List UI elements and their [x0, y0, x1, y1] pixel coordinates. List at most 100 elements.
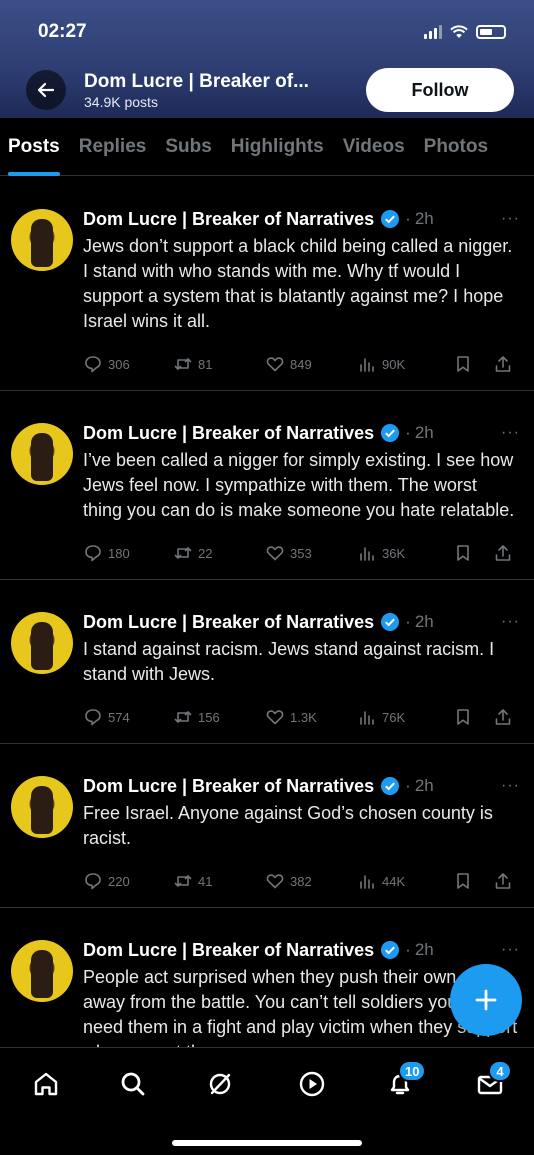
views-button[interactable]: 90K — [357, 354, 453, 374]
repost-count: 41 — [198, 873, 213, 889]
reply-icon — [85, 709, 101, 726]
avatar[interactable] — [11, 776, 73, 838]
bookmark-button[interactable] — [453, 543, 493, 563]
verified-badge-icon — [381, 613, 400, 631]
compose-button[interactable] — [450, 964, 522, 1036]
bookmark-button[interactable] — [453, 354, 493, 374]
message-count-badge: 4 — [488, 1060, 512, 1082]
like-count: 382 — [290, 873, 312, 889]
author-name[interactable]: Dom Lucre | Breaker of Narratives — [83, 423, 374, 444]
like-button[interactable]: 849 — [265, 354, 357, 374]
tab-photos[interactable]: Photos — [424, 118, 488, 176]
status-bar: 02:27 — [38, 18, 506, 46]
more-options-icon[interactable]: ··· — [501, 941, 520, 959]
nav-home[interactable] — [28, 1066, 64, 1102]
view-count: 76K — [382, 709, 406, 725]
reply-button[interactable]: 180 — [83, 543, 173, 563]
bookmark-button[interactable] — [453, 707, 493, 727]
posts-feed: Dom Lucre | Breaker of Narratives · 2h ·… — [0, 177, 534, 1047]
author-name[interactable]: Dom Lucre | Breaker of Narratives — [83, 209, 374, 230]
cellular-signal-icon — [424, 25, 442, 39]
bottom-navigation: 10 4 — [0, 1047, 534, 1155]
tweet[interactable]: Dom Lucre | Breaker of Narratives · 2h ·… — [0, 908, 534, 1047]
view-count: 90K — [382, 356, 406, 372]
tweet[interactable]: Dom Lucre | Breaker of Narratives · 2h ·… — [0, 177, 534, 391]
verified-badge-icon — [381, 777, 400, 795]
like-button[interactable]: 353 — [265, 543, 357, 563]
nav-messages[interactable]: 4 — [472, 1060, 512, 1102]
repost-count: 81 — [198, 356, 213, 372]
reply-count: 180 — [108, 545, 130, 561]
nav-search[interactable] — [115, 1066, 151, 1102]
notification-count-badge: 10 — [398, 1060, 427, 1082]
tweet-actions: 180 22 353 36K — [83, 529, 520, 577]
more-options-icon[interactable]: ··· — [501, 777, 520, 795]
author-name[interactable]: Dom Lucre | Breaker of Narratives — [83, 612, 374, 633]
arrow-left-icon — [37, 82, 55, 98]
share-icon — [495, 873, 511, 889]
like-count: 353 — [290, 545, 312, 561]
tab-subs[interactable]: Subs — [165, 118, 211, 176]
back-button[interactable] — [26, 70, 66, 110]
bookmark-icon — [457, 709, 469, 725]
reply-button[interactable]: 306 — [83, 354, 173, 374]
tweet-time: 2h — [414, 612, 434, 631]
author-name[interactable]: Dom Lucre | Breaker of Narratives — [83, 776, 374, 797]
repost-button[interactable]: 156 — [173, 707, 265, 727]
tweet-text: Free Israel. Anyone against God’s chosen… — [83, 803, 493, 848]
like-button[interactable]: 382 — [265, 871, 357, 891]
tweet-text: I stand against racism. Jews stand again… — [83, 639, 495, 684]
heart-icon — [266, 710, 284, 725]
reply-button[interactable]: 574 — [83, 707, 173, 727]
nav-video[interactable] — [294, 1066, 330, 1102]
repost-button[interactable]: 22 — [173, 543, 265, 563]
avatar[interactable] — [11, 209, 73, 271]
reply-icon — [85, 545, 101, 562]
battery-icon — [476, 25, 506, 39]
reply-button[interactable]: 220 — [83, 871, 173, 891]
tweet[interactable]: Dom Lucre | Breaker of Narratives · 2h ·… — [0, 580, 534, 744]
follow-button[interactable]: Follow — [366, 68, 514, 112]
author-name[interactable]: Dom Lucre | Breaker of Narratives — [83, 940, 374, 961]
more-options-icon[interactable]: ··· — [501, 210, 520, 228]
tab-videos[interactable]: Videos — [343, 118, 405, 176]
avatar[interactable] — [11, 423, 73, 485]
nav-grok[interactable] — [202, 1066, 238, 1102]
views-button[interactable]: 36K — [357, 543, 453, 563]
like-button[interactable]: 1.3K — [265, 707, 357, 727]
bookmark-icon — [457, 356, 469, 372]
repost-button[interactable]: 41 — [173, 871, 265, 891]
tweet[interactable]: Dom Lucre | Breaker of Narratives · 2h ·… — [0, 744, 534, 908]
tab-replies[interactable]: Replies — [79, 118, 147, 176]
verified-badge-icon — [381, 941, 400, 959]
reply-count: 574 — [108, 709, 130, 725]
nav-notifications[interactable]: 10 — [382, 1060, 427, 1102]
share-button[interactable] — [493, 354, 513, 374]
tweet[interactable]: Dom Lucre | Breaker of Narratives · 2h ·… — [0, 391, 534, 580]
views-button[interactable]: 76K — [357, 707, 453, 727]
repost-icon — [174, 358, 192, 370]
share-button[interactable] — [493, 707, 513, 727]
tweet-actions: 220 41 382 44K — [83, 857, 520, 905]
avatar[interactable] — [11, 940, 73, 1002]
bookmark-icon — [457, 873, 469, 889]
repost-button[interactable]: 81 — [173, 354, 265, 374]
heart-icon — [266, 874, 284, 889]
views-button[interactable]: 44K — [357, 871, 453, 891]
bookmark-button[interactable] — [453, 871, 493, 891]
share-button[interactable] — [493, 543, 513, 563]
more-options-icon[interactable]: ··· — [501, 613, 520, 631]
repost-icon — [174, 547, 192, 559]
bookmark-icon — [457, 545, 469, 561]
views-chart-icon — [360, 547, 374, 561]
profile-banner: 02:27 Dom Lucre | Breaker of... 34.9K po… — [0, 0, 534, 118]
view-count: 36K — [382, 545, 406, 561]
tab-posts[interactable]: Posts — [8, 118, 60, 176]
reply-icon — [85, 356, 101, 373]
repost-icon — [174, 875, 192, 887]
avatar[interactable] — [11, 612, 73, 674]
more-options-icon[interactable]: ··· — [501, 424, 520, 442]
profile-name: Dom Lucre | Breaker of... — [84, 70, 309, 92]
tab-highlights[interactable]: Highlights — [231, 118, 324, 176]
share-button[interactable] — [493, 871, 513, 891]
